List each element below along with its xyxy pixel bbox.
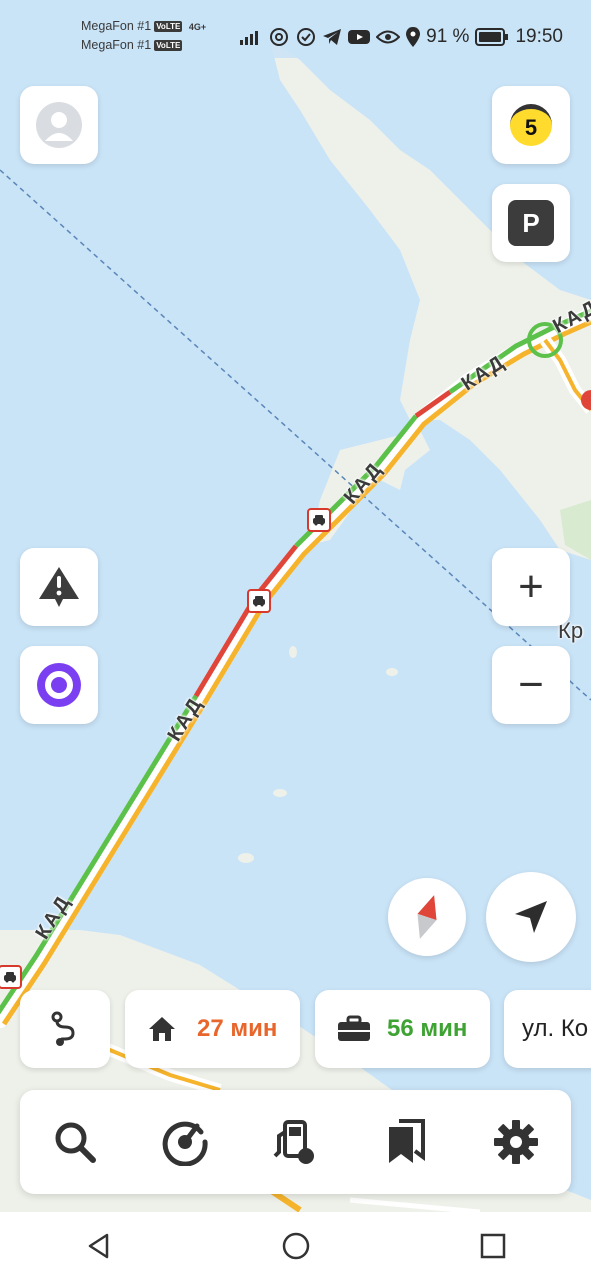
settings-tab[interactable] <box>476 1102 556 1182</box>
alice-assistant-button[interactable] <box>20 646 98 724</box>
carrier-1: MegaFon #1 VoLTE 4G+ <box>81 19 206 33</box>
traffic-camera-icon[interactable] <box>247 589 271 613</box>
music-tab[interactable] <box>145 1102 225 1182</box>
telegram-icon <box>323 29 342 45</box>
profile-button[interactable] <box>20 86 98 164</box>
recents-icon <box>480 1233 505 1259</box>
bottom-tab-bar <box>20 1090 571 1194</box>
volte-badge: VoLTE <box>154 21 183 33</box>
navigation-arrow-icon <box>515 901 547 933</box>
work-chip[interactable]: 56 мин <box>315 990 490 1068</box>
street-label: ул. Ко <box>522 1015 589 1042</box>
home-eta: 27 мин <box>197 1015 278 1042</box>
traffic-level-badge: 5 <box>510 104 552 146</box>
avatar-icon <box>36 102 82 148</box>
compass-button[interactable] <box>388 878 466 956</box>
zoom-in-label: + <box>518 562 544 611</box>
eye-icon <box>376 30 401 44</box>
youtube-icon <box>348 30 371 44</box>
volte-badge: VoLTE <box>154 40 183 52</box>
history-icon <box>162 1121 208 1166</box>
traffic-camera-icon[interactable] <box>307 508 331 532</box>
back-icon <box>88 1233 108 1259</box>
carrier-2: MegaFon #1 VoLTE <box>81 38 183 52</box>
warning-icon <box>39 567 79 607</box>
carrier-1-name: MegaFon #1 <box>81 19 152 33</box>
zoom-in-button[interactable]: + <box>492 548 570 626</box>
fuel-icon <box>274 1120 315 1164</box>
work-eta: 56 мин <box>387 1015 468 1042</box>
network-type: 4G+ <box>188 22 207 32</box>
parking-label: P <box>522 207 540 238</box>
carrier-2-name: MegaFon #1 <box>81 38 152 52</box>
my-location-button[interactable] <box>486 872 576 962</box>
zoom-out-button[interactable]: − <box>492 646 570 724</box>
traffic-level-button[interactable]: 5 <box>492 86 570 164</box>
battery-icon <box>475 28 509 46</box>
signal-icon <box>240 31 259 45</box>
bookmarks-icon <box>388 1119 425 1163</box>
check-circle-icon <box>297 28 316 46</box>
system-nav-bar <box>0 1212 591 1280</box>
bookmarks-tab[interactable] <box>366 1102 446 1182</box>
back-button[interactable] <box>69 1216 129 1276</box>
briefcase-icon <box>338 1015 370 1041</box>
home-circle-icon <box>282 1232 309 1260</box>
status-bar: MegaFon #1 VoLTE 4G+ MegaFon #1 VoLTE 91 %… <box>0 0 591 58</box>
hotspot-icon <box>270 28 289 46</box>
compass-icon <box>417 895 437 939</box>
parking-button[interactable]: P <box>492 184 570 262</box>
search-tab[interactable] <box>35 1102 115 1182</box>
home-button[interactable] <box>266 1216 326 1276</box>
home-icon <box>149 1017 175 1041</box>
alice-icon <box>37 663 81 707</box>
settings-icon <box>493 1120 538 1164</box>
location-icon <box>406 27 421 47</box>
parking-icon: P <box>508 200 554 246</box>
clock: 19:50 <box>515 26 563 47</box>
battery-percent: 91 % <box>426 26 470 47</box>
street-chip[interactable]: ул. Ко <box>504 990 591 1068</box>
traffic-level-value: 5 <box>524 114 538 140</box>
home-chip[interactable]: 27 мин <box>125 990 300 1068</box>
route-options-chip[interactable] <box>20 990 110 1068</box>
recents-button[interactable] <box>463 1216 523 1276</box>
search-icon <box>55 1122 97 1163</box>
traffic-camera-icon[interactable] <box>0 965 22 989</box>
status-icons: 91 % 19:50 <box>240 26 563 48</box>
report-incident-button[interactable] <box>20 548 98 626</box>
zoom-out-label: − <box>518 660 544 709</box>
fuel-tab[interactable] <box>255 1102 335 1182</box>
route-icon <box>51 1011 75 1046</box>
